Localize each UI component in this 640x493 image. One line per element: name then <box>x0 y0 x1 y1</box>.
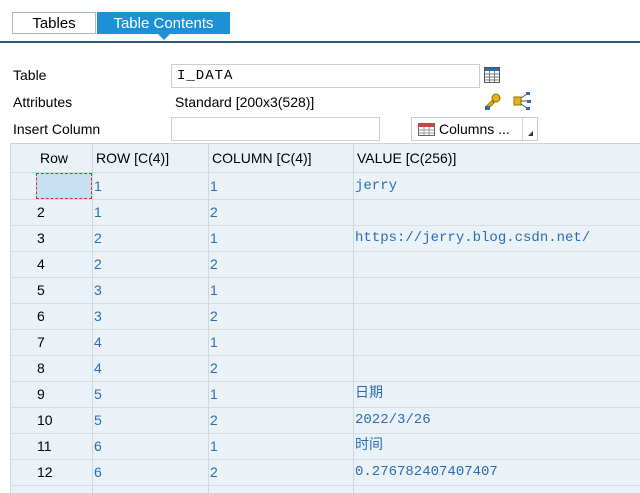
column-cell[interactable]: 1 <box>210 225 350 251</box>
row-number-cell[interactable]: 5 <box>37 277 91 303</box>
value-cell[interactable] <box>355 329 640 355</box>
active-tab-indicator <box>158 34 170 40</box>
column-cell[interactable]: 1 <box>210 173 350 199</box>
table-row[interactable]: 632 <box>10 303 640 329</box>
row-cell[interactable]: 3 <box>94 303 206 329</box>
table-row[interactable]: 3 2 1 https://jerry.blog.csdn.net/ <box>10 225 640 251</box>
value-cell[interactable]: 2022/3/26 <box>355 407 640 433</box>
table-field-value: I_DATA <box>177 68 234 84</box>
tab-divider <box>0 41 640 43</box>
row-number-cell[interactable]: 12 <box>37 459 91 485</box>
row-cell[interactable]: 6 <box>94 459 206 485</box>
row-cell[interactable]: 5 <box>94 381 206 407</box>
column-cell[interactable]: 1 <box>210 381 350 407</box>
column-cell[interactable]: 2 <box>210 459 350 485</box>
header-row-number[interactable]: Row <box>40 144 69 173</box>
table-row[interactable]: 531 <box>10 277 640 303</box>
table-row[interactable]: 111jerry <box>10 173 640 199</box>
insert-column-input[interactable] <box>171 117 380 141</box>
row-number-cell[interactable]: 4 <box>37 251 91 277</box>
value-cell[interactable] <box>355 355 640 381</box>
structure-icon[interactable] <box>513 92 531 115</box>
grid-columns-icon <box>418 123 435 139</box>
table-field[interactable]: I_DATA <box>171 64 480 88</box>
table-row[interactable]: 12 6 2 0.27678240740740​7 <box>10 459 640 485</box>
value-cell[interactable] <box>355 277 640 303</box>
table-label: Table <box>13 67 47 83</box>
row-cell[interactable]: 5 <box>94 407 206 433</box>
table-row[interactable]: 10 5 2 2022/3/26 <box>10 407 640 433</box>
tab-tables[interactable]: Tables <box>12 12 96 34</box>
row-number-cell[interactable]: 10 <box>37 407 91 433</box>
table-row[interactable]: 842 <box>10 355 640 381</box>
row-cell[interactable]: 3 <box>94 277 206 303</box>
table-row[interactable]: 9 5 1 日期 <box>10 381 640 407</box>
column-cell[interactable]: 1 <box>210 277 350 303</box>
row-cell[interactable]: 1 <box>94 199 206 225</box>
header-column[interactable]: COLUMN [C(4)] <box>212 144 312 173</box>
table-row[interactable]: 11 6 1 时间 <box>10 433 640 459</box>
row-number-cell[interactable]: 11 <box>37 433 91 459</box>
tab-strip: Tables Table Contents <box>0 0 640 43</box>
attributes-label: Attributes <box>13 94 73 110</box>
column-cell[interactable]: 2 <box>210 407 350 433</box>
table-contents-grid: Row ROW [C(4)] COLUMN [C(4)] VALUE [C(25… <box>10 143 640 493</box>
value-cell[interactable]: 日期 <box>355 381 640 407</box>
row-cell[interactable]: 4 <box>94 329 206 355</box>
row-cell[interactable]: 1 <box>94 173 206 199</box>
header-row[interactable]: ROW [C(4)] <box>96 144 170 173</box>
value-cell[interactable] <box>355 199 640 225</box>
value-cell[interactable]: jerry <box>355 173 640 199</box>
key-icon[interactable] <box>484 92 502 115</box>
value-cell[interactable]: https://jerry.blog.csdn.net/ <box>355 225 640 251</box>
header-value[interactable]: VALUE [C(256)] <box>357 144 457 173</box>
row-number-cell[interactable]: 9 <box>37 381 91 407</box>
table-list-icon[interactable] <box>484 67 500 86</box>
table-row[interactable]: 422 <box>10 251 640 277</box>
value-cell[interactable]: 0.27678240740740​7 <box>355 459 640 485</box>
row-number-cell[interactable]: 7 <box>37 329 91 355</box>
table-row[interactable]: 212 <box>10 199 640 225</box>
value-cell[interactable] <box>355 251 640 277</box>
row-cell[interactable]: 6 <box>94 433 206 459</box>
row-number-cell[interactable]: 6 <box>37 303 91 329</box>
row-number-cell[interactable]: 8 <box>37 355 91 381</box>
row-number-cell[interactable]: 2 <box>37 199 91 225</box>
column-cell[interactable]: 2 <box>210 303 350 329</box>
value-cell[interactable]: 时间 <box>355 433 640 459</box>
tab-table-contents[interactable]: Table Contents <box>97 12 230 34</box>
value-cell[interactable] <box>355 303 640 329</box>
column-cell[interactable]: 1 <box>210 329 350 355</box>
row-cell[interactable]: 2 <box>94 251 206 277</box>
column-cell[interactable]: 1 <box>210 433 350 459</box>
columns-button-label: Columns ... <box>439 121 510 137</box>
attributes-value: Standard [200x3(528)] <box>175 94 315 110</box>
selected-cell[interactable] <box>36 173 92 199</box>
row-cell[interactable]: 2 <box>94 225 206 251</box>
row-number-cell[interactable]: 3 <box>37 225 91 251</box>
insert-column-label: Insert Column <box>13 121 101 137</box>
row-cell[interactable]: 4 <box>94 355 206 381</box>
dropdown-corner-icon <box>528 131 533 136</box>
column-cell[interactable]: 2 <box>210 251 350 277</box>
columns-dropdown-toggle[interactable] <box>522 118 537 140</box>
column-cell[interactable]: 2 <box>210 355 350 381</box>
columns-button[interactable]: Columns ... <box>411 117 538 141</box>
table-row[interactable]: 741 <box>10 329 640 355</box>
column-cell[interactable]: 2 <box>210 199 350 225</box>
